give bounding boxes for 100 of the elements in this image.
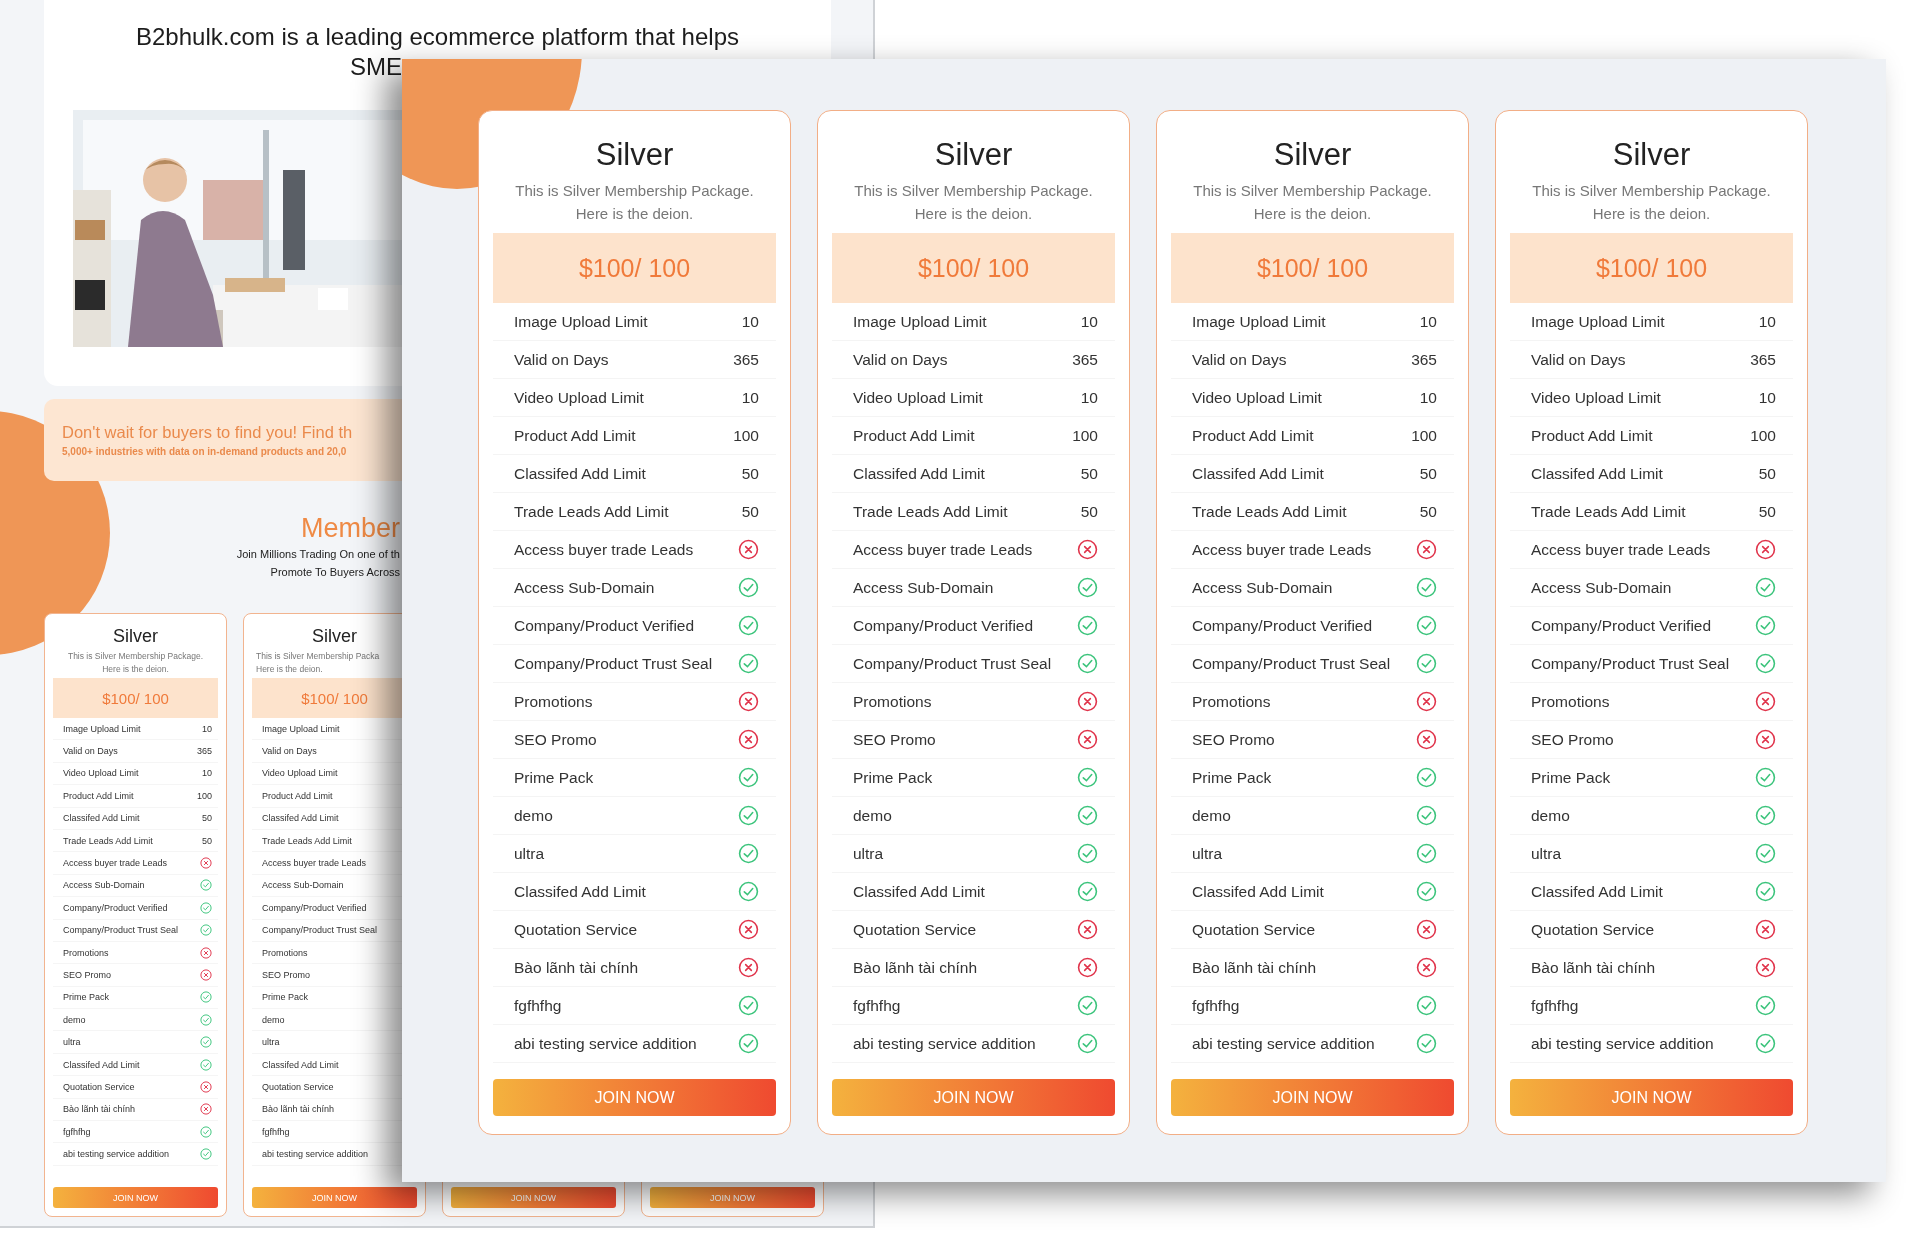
plan-description: This is Silver Membership Package. xyxy=(1531,181,1772,201)
feature-label: Product Add Limit xyxy=(853,426,975,445)
feature-label: fgfhfhg xyxy=(63,1126,91,1137)
feature-value: 100 xyxy=(733,426,759,445)
feature-label: abi testing service addition xyxy=(1192,1034,1375,1053)
feature-value: 10 xyxy=(1419,312,1437,331)
join-button[interactable]: JOIN NOW xyxy=(1510,1079,1793,1116)
feature-label: SEO Promo xyxy=(853,730,936,749)
feature-label: Promotions xyxy=(514,692,593,711)
feature-value: 50 xyxy=(1080,502,1098,521)
feature-label: Trade Leads Add Limit xyxy=(853,502,1008,521)
feature-label: Company/Product Trust Seal xyxy=(262,925,378,936)
feature-label: Valid on Days xyxy=(514,350,609,369)
feature-label: demo xyxy=(1192,806,1231,825)
feature-label: Bào lãnh tài chính xyxy=(262,1104,335,1115)
feature-label: Image Upload Limit xyxy=(262,723,340,734)
feature-label: Company/Product Verified xyxy=(1192,616,1373,635)
plan-description: Here is the deion. xyxy=(1591,204,1712,224)
feature-value: 50 xyxy=(1758,464,1776,483)
join-button[interactable]: JOIN NOW xyxy=(53,1187,218,1208)
feature-label: demo xyxy=(1531,806,1570,825)
feature-label: Classifed Add Limit xyxy=(63,1059,140,1070)
feature-label: Company/Product Verified xyxy=(853,616,1034,635)
plan-price: $100/ 100 xyxy=(578,253,691,283)
feature-value: 365 xyxy=(1750,350,1776,369)
feature-label: ultra xyxy=(63,1037,81,1048)
join-button[interactable]: JOIN NOW xyxy=(832,1079,1115,1116)
feature-value: 50 xyxy=(741,464,759,483)
feature-label: Access Sub-Domain xyxy=(63,880,145,891)
plan-description: Here is the deion. xyxy=(256,663,324,676)
feature-value: 10 xyxy=(1080,388,1098,407)
feature-label: Bào lãnh tài chính xyxy=(63,1104,136,1115)
feature-label: Bào lãnh tài chính xyxy=(1192,958,1317,977)
feature-label: Classifed Add Limit xyxy=(1192,882,1324,901)
feature-label: fgfhfhg xyxy=(1531,996,1579,1015)
feature-value: 10 xyxy=(202,723,212,734)
feature-label: fgfhfhg xyxy=(853,996,901,1015)
feature-label: Valid on Days xyxy=(1531,350,1626,369)
feature-label: SEO Promo xyxy=(514,730,597,749)
join-button[interactable]: JOIN NOW xyxy=(252,1187,417,1208)
feature-label: demo xyxy=(514,806,553,825)
feature-label: abi testing service addition xyxy=(262,1149,369,1160)
feature-label: SEO Promo xyxy=(1192,730,1275,749)
plan-title: Silver xyxy=(933,136,1014,174)
feature-label: SEO Promo xyxy=(1531,730,1614,749)
feature-label: Trade Leads Add Limit xyxy=(514,502,669,521)
feature-value: 365 xyxy=(1072,350,1098,369)
plan-description: Here is the deion. xyxy=(101,663,170,676)
feature-label: Video Upload Limit xyxy=(514,388,644,407)
feature-label: Bào lãnh tài chính xyxy=(853,958,978,977)
feature-label: Image Upload Limit xyxy=(1531,312,1665,331)
feature-label: Product Add Limit xyxy=(262,790,333,801)
feature-value: 10 xyxy=(202,768,212,779)
feature-value: 50 xyxy=(741,502,759,521)
feature-label: Access Sub-Domain xyxy=(853,578,994,597)
section-subtitle: Join Millions Trading On one of th xyxy=(236,547,400,562)
feature-label: Company/Product Verified xyxy=(1531,616,1712,635)
feature-label: Classifed Add Limit xyxy=(853,882,985,901)
feature-value: 50 xyxy=(1419,502,1437,521)
headline: SME xyxy=(350,53,402,80)
feature-label: fgfhfhg xyxy=(262,1126,290,1137)
feature-label: Promotions xyxy=(262,947,308,958)
join-button[interactable]: JOIN NOW xyxy=(493,1079,776,1116)
feature-label: Trade Leads Add Limit xyxy=(262,835,352,846)
feature-label: Access Sub-Domain xyxy=(262,880,344,891)
feature-label: Promotions xyxy=(853,692,932,711)
feature-value: 100 xyxy=(196,790,212,801)
feature-label: Prime Pack xyxy=(262,992,308,1003)
feature-label: Product Add Limit xyxy=(1531,426,1653,445)
feature-label: Access Sub-Domain xyxy=(1531,578,1672,597)
plan-description: This is Silver Membership Package. xyxy=(514,181,755,201)
feature-label: Promotions xyxy=(63,947,109,958)
feature-label: SEO Promo xyxy=(262,970,310,980)
feature-label: Quotation Service xyxy=(1192,920,1316,939)
feature-label: Classifed Add Limit xyxy=(514,882,646,901)
feature-label: Company/Product Verified xyxy=(514,616,695,635)
feature-label: Classifed Add Limit xyxy=(853,464,985,483)
feature-label: fgfhfhg xyxy=(514,996,562,1015)
feature-label: Bào lãnh tài chính xyxy=(1531,958,1656,977)
plan-title: Silver xyxy=(1272,136,1353,174)
feature-label: Company/Product Trust Seal xyxy=(1531,654,1730,673)
feature-label: Prime Pack xyxy=(1531,768,1611,787)
feature-value: 100 xyxy=(1072,426,1098,445)
feature-label: abi testing service addition xyxy=(853,1034,1036,1053)
plan-description: Here is the deion. xyxy=(574,204,695,224)
plan-title: Silver xyxy=(311,626,358,647)
feature-value: 10 xyxy=(1758,388,1776,407)
join-button[interactable]: JOIN NOW xyxy=(451,1187,616,1208)
feature-value: 100 xyxy=(1750,426,1776,445)
feature-label: Video Upload Limit xyxy=(1531,388,1661,407)
join-button[interactable]: JOIN NOW xyxy=(650,1187,815,1208)
plan-description: This is Silver Membership Package. xyxy=(853,181,1094,201)
join-button[interactable]: JOIN NOW xyxy=(1171,1079,1454,1116)
plan-title: Silver xyxy=(1611,136,1692,174)
feature-label: Product Add Limit xyxy=(1192,426,1314,445)
feature-label: demo xyxy=(262,1014,285,1025)
feature-label: Valid on Days xyxy=(262,746,317,757)
feature-label: Quotation Service xyxy=(63,1081,135,1092)
feature-label: Access Sub-Domain xyxy=(514,578,655,597)
feature-label: Company/Product Trust Seal xyxy=(853,654,1052,673)
